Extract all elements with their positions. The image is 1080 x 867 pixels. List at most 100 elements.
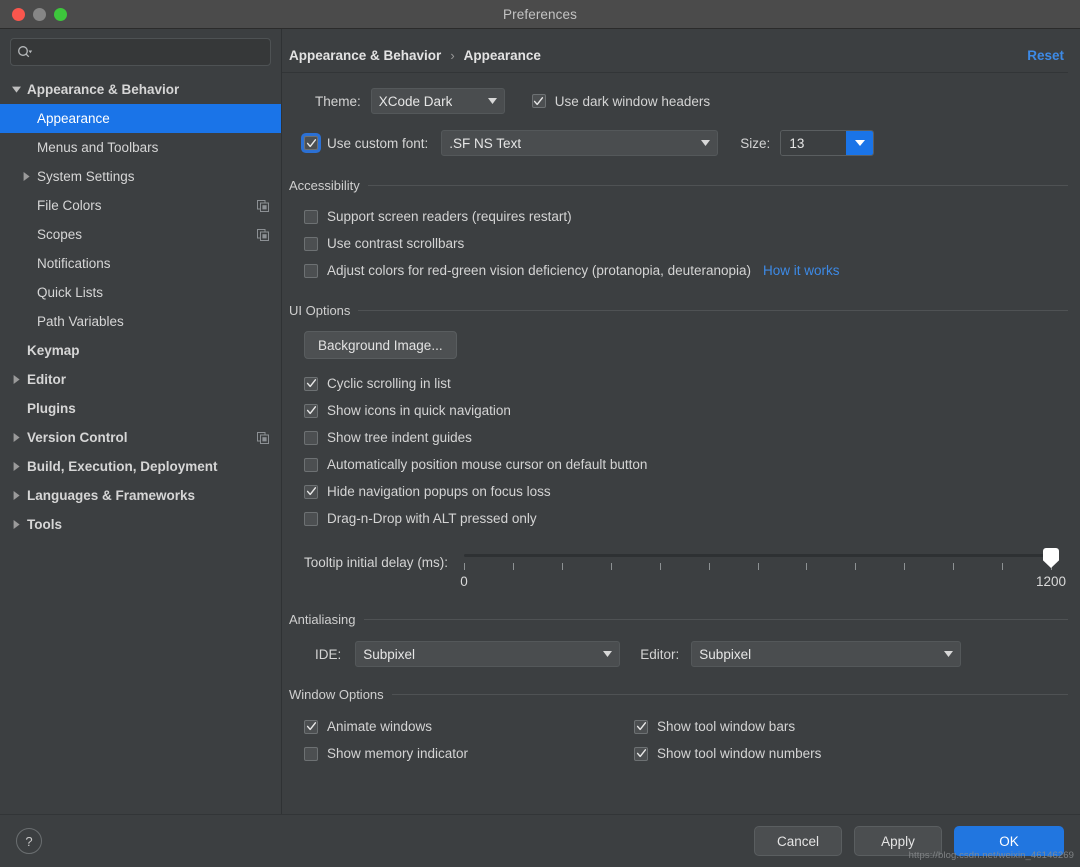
sidebar-item-label: Editor [27,372,66,387]
ui-options-body: Background Image... Cyclic scrolling in … [289,331,1068,532]
accessibility-checkbox-use-contrast-scrollbars[interactable]: Use contrast scrollbars [304,230,464,257]
slider-ticks [464,563,1052,571]
sidebar-item-label: File Colors [37,198,102,213]
sidebar-item-file-colors[interactable]: File Colors [0,191,281,220]
ui-option-checkbox-hide-navigation-popups-on-focus-loss[interactable]: Hide navigation popups on focus loss [304,478,1068,505]
sidebar-item-path-variables[interactable]: Path Variables [0,307,281,336]
sidebar-item-label: Languages & Frameworks [27,488,196,503]
accessibility-checkbox-adjust-colors-for-red-green-vision-deficiency-pr[interactable]: Adjust colors for red-green vision defic… [304,257,751,284]
chevron-right-icon[interactable] [10,518,23,531]
ide-antialiasing-select[interactable]: Subpixel [355,641,621,667]
window-option-checkbox-show-tool-window-numbers[interactable]: Show tool window numbers [634,740,821,767]
background-image-button[interactable]: Background Image... [304,331,457,359]
chevron-right-icon[interactable] [10,431,23,444]
checkbox-box [304,719,318,734]
ui-options-checkboxes: Cyclic scrolling in list Show icons in qu… [304,370,1068,532]
accessibility-title: Accessibility [289,178,360,193]
sidebar-item-label: Keymap [27,343,80,358]
checkbox-box [531,94,546,108]
chevron-down-icon[interactable] [846,131,874,155]
sidebar-item-keymap[interactable]: Keymap [0,336,281,365]
chevron-down-icon[interactable] [10,83,23,96]
font-size-value[interactable]: 13 [781,131,847,155]
window-options-body: Animate windows Show memory indicator Sho… [289,713,1068,767]
apply-button[interactable]: Apply [854,826,942,856]
chevron-right-icon[interactable] [20,170,33,183]
editor-antialiasing-value: Subpixel [699,646,752,662]
checkbox-label: Show icons in quick navigation [327,403,511,418]
window-options-section-header: Window Options [289,687,1068,702]
ui-option-checkbox-show-icons-in-quick-navigation[interactable]: Show icons in quick navigation [304,397,1068,424]
ui-option-checkbox-drag-n-drop-with-alt-pressed-only[interactable]: Drag-n-Drop with ALT pressed only [304,505,1068,532]
window-options-title: Window Options [289,687,384,702]
chevron-right-icon[interactable] [10,489,23,502]
copy-icon[interactable] [257,228,269,241]
ui-option-checkbox-cyclic-scrolling-in-list[interactable]: Cyclic scrolling in list [304,370,1068,397]
sidebar-item-system-settings[interactable]: System Settings [0,162,281,191]
checkbox-box [634,719,648,734]
minimize-window-button[interactable] [33,7,46,21]
chevron-down-icon [691,140,711,146]
sidebar-item-appearance[interactable]: Appearance [0,104,281,133]
ui-option-checkbox-show-tree-indent-guides[interactable]: Show tree indent guides [304,424,1068,451]
sidebar-item-editor[interactable]: Editor [0,365,281,394]
theme-select[interactable]: XCode Dark [370,88,505,114]
checkbox-label: Animate windows [327,719,433,734]
accessibility-option-row: Support screen readers (requires restart… [304,203,1068,230]
antialiasing-title: Antialiasing [289,612,356,627]
sidebar-item-version-control[interactable]: Version Control [0,423,281,452]
window-options-right-column: Show tool window bars Show tool window nu… [634,713,821,767]
copy-icon[interactable] [257,431,269,444]
cancel-button[interactable]: Cancel [754,826,842,856]
window-option-checkbox-show-memory-indicator[interactable]: Show memory indicator [304,740,634,767]
sidebar-item-tools[interactable]: Tools [0,510,281,539]
slider-tick [708,563,710,570]
accessibility-checkbox-support-screen-readers-requires-restart[interactable]: Support screen readers (requires restart… [304,203,572,230]
window-title: Preferences [503,6,577,22]
tooltip-delay-row: Tooltip initial delay (ms): 0 1200 [289,548,1068,590]
search-box[interactable] [10,38,271,66]
dark-window-headers-checkbox[interactable]: Use dark window headers [531,94,710,109]
zoom-window-button[interactable] [54,7,67,21]
sidebar-item-plugins[interactable]: Plugins [0,394,281,423]
window-option-checkbox-show-tool-window-bars[interactable]: Show tool window bars [634,713,821,740]
chevron-down-icon [934,651,954,657]
title-bar: Preferences [0,0,1080,29]
ok-button[interactable]: OK [954,826,1064,856]
sidebar-item-languages-frameworks[interactable]: Languages & Frameworks [0,481,281,510]
how-it-works-link[interactable]: How it works [763,263,840,278]
tooltip-delay-slider[interactable]: 0 1200 [460,548,1066,590]
settings-scroll-area[interactable]: Theme: XCode Dark Use dark window header… [282,73,1080,814]
sidebar-item-scopes[interactable]: Scopes [0,220,281,249]
window-option-checkbox-animate-windows[interactable]: Animate windows [304,713,634,740]
slider-tick [953,563,955,570]
chevron-right-icon[interactable] [10,373,23,386]
settings-sidebar: Appearance & Behavior Appearance Menus and… [0,29,282,814]
close-window-button[interactable] [12,7,25,21]
sidebar-item-quick-lists[interactable]: Quick Lists [0,278,281,307]
sidebar-item-menus-and-toolbars[interactable]: Menus and Toolbars [0,133,281,162]
help-button[interactable]: ? [16,828,42,854]
reset-link[interactable]: Reset [1027,48,1068,63]
use-custom-font-checkbox[interactable]: Use custom font: [304,136,428,151]
slider-tick [512,563,514,570]
search-input[interactable] [33,44,264,60]
editor-antialiasing-select[interactable]: Subpixel [691,641,962,667]
sidebar-item-appearance-behavior[interactable]: Appearance & Behavior [0,75,281,104]
sidebar-item-build-execution-deployment[interactable]: Build, Execution, Deployment [0,452,281,481]
theme-select-value: XCode Dark [378,93,453,109]
checkbox-box [304,263,318,278]
checkbox-label: Show tool window numbers [657,746,822,761]
settings-tree: Appearance & Behavior Appearance Menus and… [0,72,281,814]
slider-tick [659,563,661,570]
chevron-right-icon[interactable] [10,460,23,473]
copy-icon[interactable] [257,199,269,212]
ui-option-checkbox-automatically-position-mouse-cursor-on-default-b[interactable]: Automatically position mouse cursor on d… [304,451,1068,478]
checkbox-label: Support screen readers (requires restart… [327,209,572,224]
sidebar-item-label: System Settings [37,169,135,184]
sidebar-item-notifications[interactable]: Notifications [0,249,281,278]
breadcrumb-parent[interactable]: Appearance & Behavior [289,48,441,63]
font-family-select[interactable]: .SF NS Text [441,130,719,156]
font-size-spinner[interactable]: 13 [780,130,875,156]
